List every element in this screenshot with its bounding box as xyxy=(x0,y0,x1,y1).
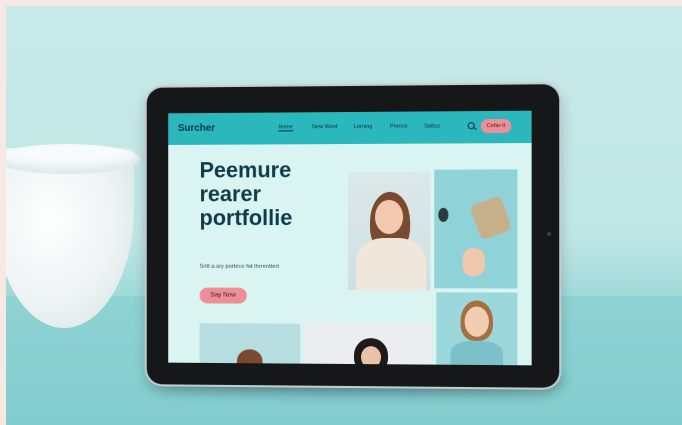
boy-shirt xyxy=(450,341,503,366)
header-cta-button[interactable]: Cefar-II xyxy=(481,119,511,133)
nav-link-home[interactable]: Home xyxy=(278,124,293,131)
woman-face xyxy=(361,346,381,365)
child-hand xyxy=(463,248,485,276)
hero-title-line-2: rearer xyxy=(200,182,348,206)
hero-title: Peemure rearer portfollie xyxy=(200,158,348,230)
search-icon[interactable] xyxy=(468,122,475,129)
say-now-button[interactable]: Say Now xyxy=(200,288,247,304)
camera-dot xyxy=(547,232,551,236)
top-nav: Surcher Home New Ward Lerning Prence Sat… xyxy=(168,111,531,145)
puzzle-piece xyxy=(469,195,512,240)
girl-face xyxy=(375,200,403,234)
tablet-screen: Surcher Home New Ward Lerning Prence Sat… xyxy=(168,111,531,366)
nav-link-sattus[interactable]: Sattus xyxy=(424,123,440,129)
portfolio-photo-woman[interactable] xyxy=(304,322,432,365)
nav-link-lerning[interactable]: Lerning xyxy=(354,124,372,130)
boy-face xyxy=(465,306,489,336)
child-hair xyxy=(237,349,263,363)
small-object xyxy=(438,208,448,222)
nav-link-new-ward[interactable]: New Ward xyxy=(312,124,337,130)
nav-link-prence[interactable]: Prence xyxy=(390,124,408,130)
hero-subtitle: Sntt a.ary portece fat Ihrrenttert xyxy=(200,264,279,270)
brand-logo[interactable]: Surcher xyxy=(178,123,215,134)
hero-title-line-1: Peemure xyxy=(200,158,348,182)
girl-sweater xyxy=(356,238,426,290)
portfolio-photo-puzzle[interactable] xyxy=(434,169,517,288)
hero-title-line-3: portfollie xyxy=(200,206,348,230)
tablet-device: Surcher Home New Ward Lerning Prence Sat… xyxy=(147,84,559,388)
portfolio-photo-bottom-left[interactable] xyxy=(200,323,301,363)
portfolio-photo-boy[interactable] xyxy=(436,292,517,365)
portfolio-photo-girl[interactable] xyxy=(348,172,430,291)
photo-scene: Surcher Home New Ward Lerning Prence Sat… xyxy=(6,6,682,425)
